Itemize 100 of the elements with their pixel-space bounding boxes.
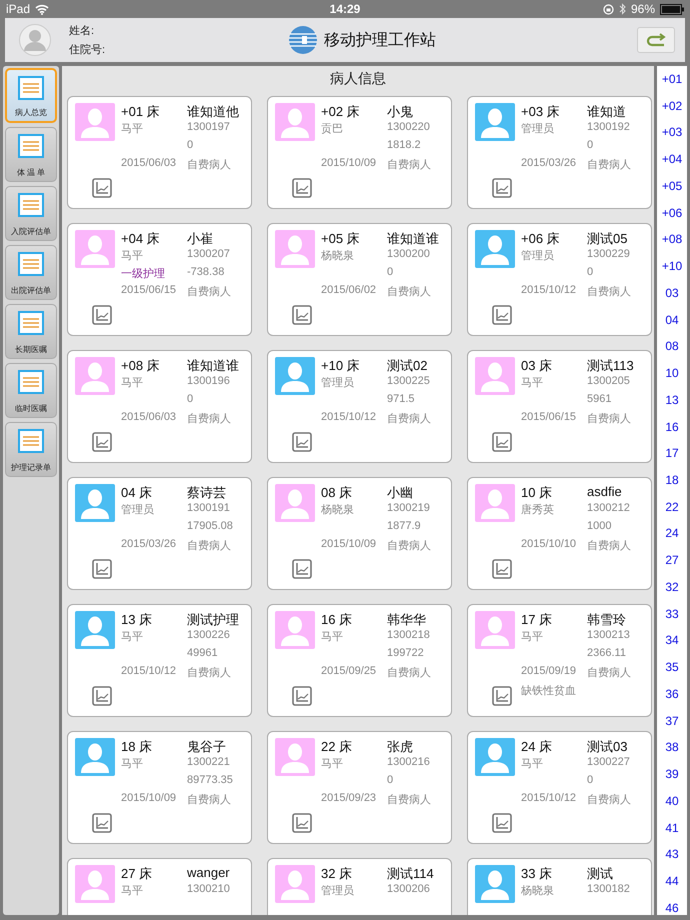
sidebar-item[interactable]: 病人总览 bbox=[5, 68, 57, 123]
patient-card[interactable]: +06 床 测试05 管理员 1300229 0 2015/10/12 自费病人 bbox=[467, 223, 652, 336]
chart-icon[interactable] bbox=[292, 432, 312, 452]
chart-icon[interactable] bbox=[492, 432, 512, 452]
chart-icon[interactable] bbox=[92, 813, 112, 833]
patient-card[interactable]: 18 床 鬼谷子 马平 1300221 89773.35 2015/10/09 自费病人 bbox=[67, 731, 252, 844]
balance: 0 bbox=[187, 139, 194, 153]
bed-index-link[interactable]: +02 bbox=[662, 98, 682, 113]
device-name: iPad bbox=[6, 2, 30, 16]
patient-card[interactable]: 32 床 测试114 管理员 1300206 bbox=[267, 858, 452, 915]
bed-index-link[interactable]: +06 bbox=[662, 206, 682, 220]
patient-name: 鬼谷子 bbox=[187, 738, 227, 756]
bed-index-link[interactable]: 38 bbox=[665, 740, 679, 754]
patient-card[interactable]: 13 床 测试护理 马平 1300226 49961 2015/10/12 自费病人 bbox=[67, 604, 252, 717]
bed-index-link[interactable]: 03 bbox=[665, 286, 679, 300]
sidebar-item[interactable]: 长期医嘱 bbox=[5, 304, 57, 359]
chart-icon[interactable] bbox=[492, 559, 512, 579]
return-button[interactable] bbox=[637, 27, 675, 53]
fee-type: 自费病人 bbox=[387, 793, 432, 808]
patient-card[interactable]: 16 床 韩华华 马平 1300218 199722 2015/09/25 自费病人 bbox=[267, 604, 452, 717]
bed-index-link[interactable]: 13 bbox=[665, 392, 679, 407]
patient-name: 蔡诗芸 bbox=[187, 484, 227, 502]
chart-icon[interactable] bbox=[92, 305, 112, 325]
patient-card[interactable]: 17 床 韩雪玲 马平 1300213 2366.11 2015/09/19 自费病人 缺铁性贫血 bbox=[467, 604, 652, 717]
nurse-name: 贡巴 bbox=[321, 122, 344, 137]
bed-index-link[interactable]: +03 bbox=[662, 125, 682, 140]
patient-card[interactable]: 03 床 测试113 马平 1300205 5961 2015/06/15 自费病人 bbox=[467, 350, 652, 463]
patient-card[interactable]: +04 床 小崔 马平 1300207 一级护理 -738.38 2015/06/15 自费病人 bbox=[67, 223, 252, 336]
chart-icon[interactable] bbox=[292, 686, 312, 706]
patient-card[interactable]: 10 床 asdfie 唐秀英 1300212 1000 2015/10/10 自费病人 bbox=[467, 477, 652, 590]
bed-number: +04 床 bbox=[121, 230, 161, 248]
bed-index-link[interactable]: 08 bbox=[665, 339, 679, 354]
patient-card[interactable]: 22 床 张虎 马平 1300216 0 2015/09/23 自费病人 bbox=[267, 731, 452, 844]
patient-card[interactable]: 33 床 测试 杨晓泉 1300182 bbox=[467, 858, 652, 915]
chart-icon[interactable] bbox=[492, 813, 512, 833]
patient-card[interactable]: 04 床 蔡诗芸 管理员 1300191 17905.08 2015/03/26 自费病人 bbox=[67, 477, 252, 590]
bed-index-link[interactable]: 44 bbox=[665, 874, 679, 888]
sidebar-item[interactable]: 入院评估单 bbox=[5, 186, 57, 241]
sidebar-item[interactable]: 体 温 单 bbox=[5, 127, 57, 182]
chart-icon[interactable] bbox=[92, 686, 112, 706]
chart-icon[interactable] bbox=[492, 686, 512, 706]
bed-index-link[interactable]: 41 bbox=[665, 820, 679, 835]
bed-index-link[interactable]: 46 bbox=[665, 900, 679, 915]
admission-number: 1300206 bbox=[387, 883, 431, 897]
patient-name: 韩雪玲 bbox=[587, 611, 627, 629]
patient-card[interactable]: +01 床 谁知道他 马平 1300197 0 2015/06/03 自费病人 bbox=[67, 96, 252, 209]
patient-name: 测试113 bbox=[587, 357, 635, 375]
patient-card[interactable]: +03 床 谁知道 管理员 1300192 0 2015/03/26 自费病人 bbox=[467, 96, 652, 209]
fee-type: 自费病人 bbox=[387, 539, 432, 554]
sidebar-item[interactable]: 护理记录单 bbox=[5, 422, 57, 477]
bed-index-link[interactable]: 33 bbox=[665, 606, 679, 621]
chart-icon[interactable] bbox=[292, 813, 312, 833]
bed-index-link[interactable]: 39 bbox=[665, 767, 679, 782]
chart-icon[interactable] bbox=[292, 305, 312, 325]
bed-index-link[interactable]: +04 bbox=[662, 152, 682, 166]
patient-card[interactable]: +10 床 测试02 管理员 1300225 971.5 2015/10/12 自费病人 bbox=[267, 350, 452, 463]
globe-logo-icon bbox=[288, 25, 318, 55]
patient-card[interactable]: 24 床 测试03 马平 1300227 0 2015/10/12 自费病人 bbox=[467, 731, 652, 844]
chart-icon[interactable] bbox=[292, 178, 312, 198]
bed-index-link[interactable]: 35 bbox=[665, 660, 679, 674]
bed-index-link[interactable]: +10 bbox=[662, 259, 682, 274]
chart-icon[interactable] bbox=[92, 178, 112, 198]
document-icon bbox=[18, 252, 44, 276]
admission-number: 1300219 bbox=[387, 502, 431, 516]
patient-card[interactable]: +02 床 小鬼 贡巴 1300220 1818.2 2015/10/09 自费病人 bbox=[267, 96, 452, 209]
bed-index-link[interactable]: 10 bbox=[665, 366, 679, 380]
patient-card[interactable]: 08 床 小幽 杨晓泉 1300219 1877.9 2015/10/09 自费病人 bbox=[267, 477, 452, 590]
bed-index-link[interactable]: 40 bbox=[665, 794, 679, 808]
bed-index-link[interactable]: 43 bbox=[665, 847, 679, 862]
patient-name: 测试03 bbox=[587, 738, 628, 756]
bed-index-link[interactable]: 27 bbox=[665, 553, 679, 568]
bed-index-link[interactable]: 04 bbox=[665, 312, 679, 327]
bed-index-link[interactable]: 18 bbox=[665, 473, 679, 488]
bed-index-link[interactable]: 32 bbox=[665, 580, 679, 594]
sidebar-item[interactable]: 临时医嘱 bbox=[5, 363, 57, 418]
bed-index-link[interactable]: 17 bbox=[665, 446, 679, 460]
bed-index-link[interactable]: 37 bbox=[665, 714, 679, 728]
bed-index-link[interactable]: +01 bbox=[662, 72, 682, 86]
patient-card[interactable]: +05 床 谁知道谁 杨晓泉 1300200 0 2015/06/02 自费病人 bbox=[267, 223, 452, 336]
admission-date: 2015/09/23 bbox=[321, 792, 378, 806]
bed-index-link[interactable]: +08 bbox=[662, 232, 682, 246]
chart-icon[interactable] bbox=[92, 559, 112, 579]
nurse-name: 管理员 bbox=[521, 122, 555, 137]
chart-icon[interactable] bbox=[492, 305, 512, 325]
bed-index-link[interactable]: 34 bbox=[665, 633, 679, 648]
chart-icon[interactable] bbox=[92, 432, 112, 452]
sidebar-item[interactable]: 出院评估单 bbox=[5, 245, 57, 300]
chart-icon[interactable] bbox=[492, 178, 512, 198]
balance: 0 bbox=[587, 774, 594, 788]
balance: 49961 bbox=[187, 647, 219, 661]
chart-icon[interactable] bbox=[292, 559, 312, 579]
bed-index-link[interactable]: 24 bbox=[665, 526, 679, 540]
fee-type: 自费病人 bbox=[387, 666, 432, 681]
patient-name: 测试02 bbox=[387, 357, 428, 375]
bed-index-link[interactable]: 22 bbox=[665, 500, 679, 514]
bed-index-link[interactable]: 16 bbox=[665, 420, 679, 434]
patient-card[interactable]: +08 床 谁知道谁 马平 1300196 0 2015/06/03 自费病人 bbox=[67, 350, 252, 463]
bed-index-link[interactable]: 36 bbox=[665, 686, 679, 701]
bed-index-link[interactable]: +05 bbox=[662, 178, 682, 193]
patient-card[interactable]: 27 床 wanger 马平 1300210 bbox=[67, 858, 252, 915]
